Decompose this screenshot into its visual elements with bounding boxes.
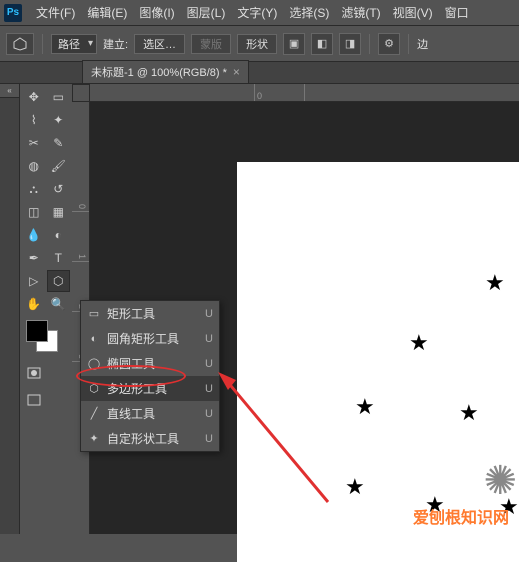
quickmask-icon[interactable] [22,363,46,383]
menu-bar: Ps 文件(F) 编辑(E) 图像(I) 图层(L) 文字(Y) 选择(S) 滤… [0,0,519,26]
zoom-tool-icon[interactable]: 🔍 [47,293,71,315]
options-bar: 路径 建立: 选区… 蒙版 形状 ▣ ◧ ◨ ⚙ 边 [0,26,519,62]
eraser-tool-icon[interactable]: ◫ [22,201,46,223]
menu-view[interactable]: 视图(V) [387,4,439,21]
history-brush-icon[interactable]: ↺ [47,178,71,200]
flyout-roundrect[interactable]: ◐ 圆角矩形工具 U [81,326,219,351]
flyout-shortcut: U [205,383,213,395]
shape-tool-icon[interactable]: ⬡ [47,270,71,292]
shape-tool-flyout: ▭ 矩形工具 U ◐ 圆角矩形工具 U ◯ 椭圆工具 U ⬡ 多边形工具 U ╱… [80,300,220,452]
move-tool-icon[interactable]: ✥ [22,86,46,108]
toolbox: ✥ ▭ ⌇ ✦ ✂ ✎ ◍ 🖌 ⛬ ↺ ◫ ▦ 💧 ◐ ✒ T [20,84,72,534]
flyout-customshape[interactable]: ✦ 自定形状工具 U [81,426,219,451]
flyout-shortcut: U [205,408,213,420]
menu-filter[interactable]: 滤镜(T) [335,4,386,21]
divider [408,34,409,54]
pen-tool-icon[interactable]: ✒ [22,247,46,269]
star-shape: ★ [345,474,365,500]
blur-tool-icon[interactable]: 💧 [22,224,46,246]
hand-tool-icon[interactable]: ✋ [22,293,46,315]
document-tab-bar: 未标题-1 @ 100%(RGB/8) * × [0,62,519,84]
polygon-icon: ⬡ [87,382,101,395]
mode-value: 路径 [58,36,80,52]
ruler-tick [90,84,255,101]
ruler-tick: 0 [72,162,89,212]
selection-button[interactable]: 选区… [134,34,185,54]
app-logo: Ps [4,4,22,22]
menu-file[interactable]: 文件(F) [30,4,81,21]
path-select-tool-icon[interactable]: ▷ [22,270,46,292]
ruler-horizontal[interactable]: 0 [90,84,519,102]
star-shape: ★ [409,330,429,356]
ruler-corner [72,84,90,102]
path-op1-icon[interactable]: ▣ [283,33,305,55]
document-tab[interactable]: 未标题-1 @ 100%(RGB/8) * × [82,60,249,83]
shape-button[interactable]: 形状 [237,34,277,54]
divider [42,34,43,54]
workspace: « ✥ ▭ ⌇ ✦ ✂ ✎ ◍ 🖌 ⛬ ↺ ◫ ▦ 💧 ◐ [0,84,519,534]
flyout-shortcut: U [205,333,213,345]
flyout-ellipse[interactable]: ◯ 椭圆工具 U [81,351,219,376]
flyout-shortcut: U [205,358,213,370]
menu-image[interactable]: 图像(I) [133,4,180,21]
star-shape: ★ [485,270,505,296]
heal-tool-icon[interactable]: ◍ [22,155,46,177]
flyout-label: 圆角矩形工具 [107,330,199,347]
ellipse-icon: ◯ [87,357,101,370]
menu-edit[interactable]: 编辑(E) [81,4,133,21]
app-logo-text: Ps [7,7,19,18]
close-icon[interactable]: × [233,65,240,79]
eyedropper-tool-icon[interactable]: ✎ [47,132,71,154]
flyout-shortcut: U [205,433,213,445]
wand-tool-icon[interactable]: ✦ [47,109,71,131]
document-tab-title: 未标题-1 @ 100%(RGB/8) * [91,64,227,80]
path-op2-icon[interactable]: ◧ [311,33,333,55]
flyout-polygon[interactable]: ⬡ 多边形工具 U [81,376,219,401]
path-op3-icon[interactable]: ◨ [339,33,361,55]
divider [369,34,370,54]
star-shape: ★ [355,394,375,420]
ruler-tick: 1 [72,212,89,262]
dodge-tool-icon[interactable]: ◐ [47,224,71,246]
flyout-shortcut: U [205,308,213,320]
decorative-star-icon: ✺ [483,458,517,504]
flyout-label: 直线工具 [107,405,199,422]
color-swatch[interactable] [22,316,70,356]
menu-type[interactable]: 文字(Y) [231,4,283,21]
canvas[interactable]: ★★★★★★★★★ [237,162,519,562]
edge-label: 边 [417,36,428,52]
foreground-color-swatch[interactable] [26,320,48,342]
rect-icon: ▭ [87,307,101,320]
menu-select[interactable]: 选择(S) [283,4,335,21]
mask-button[interactable]: 蒙版 [191,34,231,54]
customshape-icon: ✦ [87,432,101,445]
watermark-text: 爱刨根知识网 [413,504,509,528]
panel-strip: « [0,84,20,534]
flyout-rect[interactable]: ▭ 矩形工具 U [81,301,219,326]
stamp-tool-icon[interactable]: ⛬ [22,178,46,200]
collapse-icon[interactable]: « [0,84,19,98]
menu-window[interactable]: 窗口 [439,4,475,21]
star-shape: ★ [459,400,479,426]
flyout-label: 矩形工具 [107,305,199,322]
ruler-tick: 0 [255,84,305,101]
type-tool-icon[interactable]: T [47,247,71,269]
flyout-label: 自定形状工具 [107,430,199,447]
crop-tool-icon[interactable]: ✂ [22,132,46,154]
line-icon: ╱ [87,407,101,420]
flyout-label: 多边形工具 [107,380,199,397]
menu-layer[interactable]: 图层(L) [181,4,232,21]
brush-tool-icon[interactable]: 🖌 [47,155,71,177]
flyout-label: 椭圆工具 [107,355,199,372]
flyout-line[interactable]: ╱ 直线工具 U [81,401,219,426]
tool-preset-icon[interactable] [6,33,34,55]
build-label: 建立: [103,36,128,52]
lasso-tool-icon[interactable]: ⌇ [22,109,46,131]
screenmode-icon[interactable] [22,390,46,410]
marquee-tool-icon[interactable]: ▭ [47,86,71,108]
gradient-tool-icon[interactable]: ▦ [47,201,71,223]
roundrect-icon: ◐ [87,333,101,345]
settings-icon[interactable]: ⚙ [378,33,400,55]
mode-dropdown[interactable]: 路径 [51,34,97,54]
